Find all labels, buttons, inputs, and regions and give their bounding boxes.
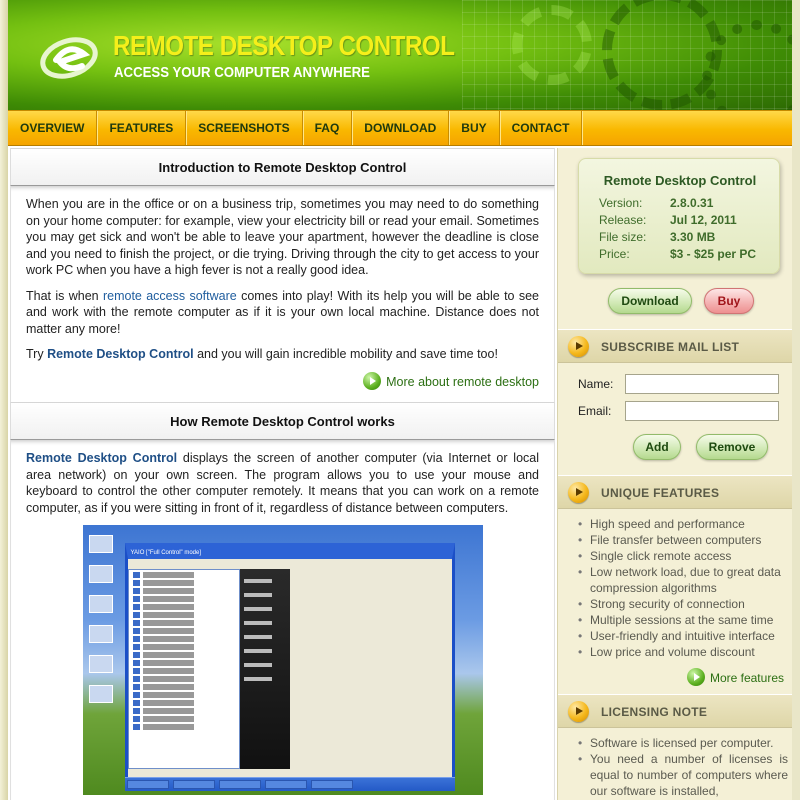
e-swoosh-logo-icon[interactable]: [38, 28, 100, 84]
email-label: Email:: [578, 404, 612, 418]
start-menu: [127, 569, 240, 769]
feature-item: Strong security of connection: [576, 596, 788, 612]
main-nav: OVERVIEW FEATURES SCREENSHOTS FAQ DOWNLO…: [8, 110, 792, 146]
intro-paragraph: When you are in the office or on a busin…: [26, 197, 539, 277]
version-value: 2.8.0.31: [670, 196, 714, 210]
nav-screenshots[interactable]: SCREENSHOTS: [186, 111, 303, 145]
product-screenshot-image[interactable]: YAIO ["Full Control" mode]: [82, 525, 483, 795]
licensing-item: Software is licensed per computer.: [576, 735, 788, 751]
remote-window-title: YAIO ["Full Control" mode]: [130, 550, 202, 556]
download-button[interactable]: Download: [608, 288, 692, 314]
feature-item: Low network load, due to great data comp…: [576, 564, 788, 596]
feature-item: Low price and volume discount: [576, 644, 788, 660]
file-size-label: File size:: [599, 230, 647, 244]
desktop-icon: [88, 625, 113, 643]
licensing-header: LICENSING NOTE: [558, 694, 792, 728]
taskbar: [124, 777, 455, 791]
file-size-value: 3.30 MB: [670, 230, 716, 244]
orange-arrow-icon: [568, 701, 589, 722]
name-input[interactable]: [625, 374, 779, 394]
how-paragraph: Remote Desktop Control displays the scre…: [26, 450, 539, 516]
desktop-icon: [88, 565, 113, 583]
how-section-body: Remote Desktop Control displays the scre…: [10, 440, 555, 800]
subscribe-title: SUBSCRIBE MAIL LIST: [601, 340, 740, 354]
nav-features[interactable]: FEATURES: [97, 111, 187, 145]
features-title: UNIQUE FEATURES: [601, 486, 720, 500]
more-link-label: More about remote desktop: [386, 374, 539, 389]
header-banner: REMOTE DESKTOP CONTROL ACCESS YOUR COMPU…: [8, 0, 792, 110]
intro-paragraph: Try Remote Desktop Control and you will …: [26, 346, 539, 363]
release-value: Jul 12, 2011: [670, 213, 737, 227]
intro-paragraph: That is when remote access software come…: [26, 288, 539, 338]
licensing-list: Software is licensed per computer. You n…: [576, 735, 788, 799]
name-label: Name:: [578, 377, 614, 391]
version-label: Version:: [599, 196, 643, 210]
orange-arrow-icon: [568, 336, 589, 357]
page: REMOTE DESKTOP CONTROL ACCESS YOUR COMPU…: [0, 0, 800, 800]
product-name: Remote Desktop Control: [603, 173, 757, 188]
main-content: Introduction to Remote Desktop Control W…: [10, 148, 555, 800]
gear-decoration: [512, 5, 592, 85]
feature-item: High speed and performance: [576, 516, 788, 532]
feature-item: File transfer between computers: [576, 532, 788, 548]
orange-arrow-icon: [568, 482, 589, 503]
licensing-item: You need a number of licenses is equal t…: [576, 751, 788, 799]
green-arrow-icon: [363, 371, 382, 390]
release-label: Release:: [599, 213, 647, 227]
more-about-remote-desktop-link[interactable]: More about remote desktop: [26, 371, 539, 395]
site-title: REMOTE DESKTOP CONTROL: [113, 30, 455, 61]
desktop-icon: [88, 595, 113, 613]
buy-button[interactable]: Buy: [704, 288, 754, 314]
green-arrow-icon: [686, 668, 705, 686]
intro-section-body: When you are in the office or on a busin…: [10, 186, 555, 402]
more-features-link[interactable]: More features: [686, 668, 784, 686]
subscribe-header: SUBSCRIBE MAIL LIST: [558, 329, 792, 363]
nav-buy[interactable]: BUY: [449, 111, 500, 145]
desktop-icon: [88, 685, 113, 703]
more-features-label: More features: [709, 671, 784, 685]
add-button[interactable]: Add: [633, 434, 681, 460]
licensing-title: LICENSING NOTE: [601, 705, 708, 719]
remote-access-software-link[interactable]: remote access software: [103, 289, 237, 303]
email-input[interactable]: [625, 401, 779, 421]
remove-button[interactable]: Remove: [696, 434, 768, 460]
intro-section-title: Introduction to Remote Desktop Control: [10, 148, 555, 186]
how-section-title: How Remote Desktop Control works: [10, 402, 555, 440]
price-value: $3 - $25 per PC: [670, 247, 757, 261]
remote-desktop-control-link[interactable]: Remote Desktop Control: [26, 451, 177, 465]
text-span: and you will gain incredible mobility an…: [193, 347, 498, 361]
nav-faq[interactable]: FAQ: [303, 111, 353, 145]
feature-item: Single click remote access: [576, 548, 788, 564]
start-menu-right-pane: [239, 569, 290, 769]
nav-overview[interactable]: OVERVIEW: [8, 111, 98, 145]
nav-download[interactable]: DOWNLOAD: [352, 111, 450, 145]
features-header: UNIQUE FEATURES: [558, 475, 792, 509]
text-span: That is when: [26, 288, 103, 303]
text-span: Try: [26, 347, 48, 361]
sidebar: Remote Desktop Control Version: 2.8.0.31…: [557, 148, 792, 800]
desktop-icon: [88, 535, 113, 553]
feature-item: User-friendly and intuitive interface: [576, 628, 788, 644]
product-info-box: Remote Desktop Control Version: 2.8.0.31…: [578, 158, 780, 274]
desktop-icon: [88, 655, 113, 673]
price-label: Price:: [599, 247, 630, 261]
remote-desktop-control-link[interactable]: Remote Desktop Control: [47, 347, 194, 361]
features-list: High speed and performance File transfer…: [576, 516, 788, 660]
site-tagline: ACCESS YOUR COMPUTER ANYWHERE: [114, 64, 370, 81]
feature-item: Multiple sessions at the same time: [576, 612, 788, 628]
nav-contact[interactable]: CONTACT: [500, 111, 583, 145]
